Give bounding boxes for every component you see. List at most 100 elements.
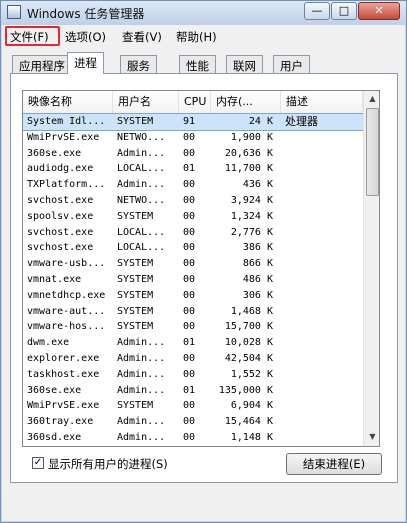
column-cpu[interactable]: CPU	[179, 91, 211, 113]
process-user-name: LOCAL...	[117, 242, 166, 254]
process-image-name: vmware-usb...	[27, 258, 106, 270]
process-cpu: 00	[183, 321, 196, 333]
process-description	[285, 161, 363, 177]
minimize-button[interactable]: —	[304, 2, 330, 20]
menu-options[interactable]: 选项(O)	[65, 29, 106, 45]
menu-bar: 文件(F) 选项(O) 查看(V) 帮助(H)	[2, 25, 405, 48]
task-manager-window: Windows 任务管理器 — □ ✕ 文件(F) 选项(O) 查看(V) 帮助…	[0, 0, 407, 523]
process-description: 处理器	[285, 115, 318, 128]
scrollbar-thumb[interactable]	[366, 108, 379, 196]
column-memory[interactable]: 内存(...	[211, 91, 281, 113]
table-row[interactable]: dwm.exe Admin... 01 10,028 K	[23, 335, 363, 351]
process-user-name: Admin...	[117, 353, 166, 364]
tab-applications[interactable]: 应用程序	[12, 55, 72, 73]
process-description	[285, 177, 363, 193]
table-row[interactable]: vmware-usb... SYSTEM 00 866 K	[23, 256, 363, 272]
process-memory: 15,464 K	[224, 416, 273, 428]
process-cpu: 00	[183, 416, 196, 428]
table-row[interactable]: taskhost.exe Admin... 00 1,552 K	[23, 367, 363, 383]
title-bar: Windows 任务管理器 — □ ✕	[1, 1, 406, 25]
process-cpu: 00	[183, 368, 196, 380]
table-row[interactable]: svchost.exe NETWO... 00 3,924 K	[23, 193, 363, 209]
process-memory: 1,468 K	[230, 305, 273, 317]
table-row[interactable]: vmnetdhcp.exe SYSTEM 00 306 K	[23, 288, 363, 304]
process-list-header: 映像名称 用户名 CPU 内存(... 描述	[23, 91, 363, 114]
table-row[interactable]: TXPlatform... Admin... 00 436 K	[23, 177, 363, 193]
column-description[interactable]: 描述	[281, 91, 363, 113]
process-memory: 2,776 K	[230, 226, 273, 238]
table-row[interactable]: vmware-aut... SYSTEM 00 1,468 K	[23, 304, 363, 320]
process-description	[285, 288, 363, 304]
process-image-name: System Idl...	[27, 116, 106, 127]
process-image-name: svchost.exe	[27, 242, 94, 254]
end-process-button[interactable]: 结束进程(E)	[286, 453, 382, 475]
close-button[interactable]: ✕	[358, 2, 400, 20]
show-all-users-checkbox[interactable]: ✓	[32, 457, 44, 469]
show-all-users-label[interactable]: 显示所有用户的进程(S)	[48, 456, 168, 472]
process-cpu: 00	[183, 289, 196, 301]
process-description	[285, 240, 363, 256]
process-description	[285, 130, 363, 146]
process-user-name: SYSTEM	[117, 305, 154, 317]
process-user-name: Admin...	[117, 432, 166, 443]
table-row[interactable]: WmiPrvSE.exe SYSTEM 00 6,904 K	[23, 398, 363, 414]
process-memory: 20,636 K	[224, 147, 273, 159]
table-row[interactable]: explorer.exe Admin... 00 42,504 K	[23, 351, 363, 367]
process-user-name: SYSTEM	[117, 116, 154, 127]
process-memory: 866 K	[242, 258, 273, 270]
process-cpu: 00	[183, 305, 196, 317]
table-row[interactable]: 360se.exe Admin... 01 135,000 K	[23, 383, 363, 399]
process-user-name: SYSTEM	[117, 210, 154, 222]
process-user-name: Admin...	[117, 416, 166, 428]
task-manager-app-icon	[7, 5, 21, 19]
scroll-down-arrow-icon[interactable]: ▼	[365, 429, 379, 445]
table-row[interactable]: 360se.exe Admin... 00 20,636 K	[23, 146, 363, 162]
tab-performance[interactable]: 性能	[179, 55, 216, 73]
table-row[interactable]: WmiPrvSE.exe NETWO... 00 1,900 K	[23, 130, 363, 146]
tab-services[interactable]: 服务	[120, 55, 157, 73]
tab-users[interactable]: 用户	[273, 55, 310, 73]
process-description	[285, 146, 363, 162]
maximize-button[interactable]: □	[331, 2, 357, 20]
column-image-name[interactable]: 映像名称	[23, 91, 113, 113]
vertical-scrollbar[interactable]: ▲ ▼	[363, 91, 379, 446]
menu-help[interactable]: 帮助(H)	[176, 29, 217, 45]
table-row[interactable]: vmware-hos... SYSTEM 00 15,700 K	[23, 319, 363, 335]
process-user-name: SYSTEM	[117, 400, 154, 412]
table-row[interactable]: System Idl... SYSTEM 91 24 K 处理器	[23, 113, 364, 131]
process-user-name: Admin...	[117, 384, 166, 396]
process-cpu: 00	[183, 400, 196, 412]
menu-view[interactable]: 查看(V)	[122, 29, 162, 45]
process-description	[285, 225, 363, 241]
process-memory: 1,900 K	[230, 131, 273, 143]
process-cpu: 00	[183, 195, 196, 206]
table-row[interactable]: svchost.exe LOCAL... 00 2,776 K	[23, 225, 363, 241]
process-list[interactable]: 映像名称 用户名 CPU 内存(... 描述 System Idl... SYST…	[22, 90, 380, 447]
process-memory: 11,700 K	[224, 163, 273, 175]
table-row[interactable]: vmnat.exe SYSTEM 00 486 K	[23, 272, 363, 288]
table-row[interactable]: spoolsv.exe SYSTEM 00 1,324 K	[23, 209, 363, 225]
process-image-name: 360se.exe	[27, 147, 82, 159]
window-title: Windows 任务管理器	[27, 7, 145, 21]
table-row[interactable]: 360sd.exe Admin... 00 1,148 K	[23, 430, 363, 446]
table-row[interactable]: audiodg.exe LOCAL... 01 11,700 K	[23, 161, 363, 177]
table-row[interactable]: svchost.exe LOCAL... 00 386 K	[23, 240, 363, 256]
scroll-up-arrow-icon[interactable]: ▲	[365, 91, 379, 107]
process-image-name: vmnetdhcp.exe	[27, 289, 106, 301]
process-image-name: WmiPrvSE.exe	[27, 400, 100, 412]
tab-networking[interactable]: 联网	[226, 55, 263, 73]
process-cpu: 00	[183, 131, 196, 143]
process-description	[285, 398, 363, 414]
column-user-name[interactable]: 用户名	[113, 91, 179, 113]
process-user-name: Admin...	[117, 179, 166, 191]
process-description	[285, 319, 363, 335]
process-memory: 436 K	[242, 179, 273, 191]
process-cpu: 00	[183, 242, 196, 254]
process-image-name: 360se.exe	[27, 384, 82, 396]
process-description	[285, 272, 363, 288]
tab-processes[interactable]: 进程	[67, 52, 104, 74]
client-area: 应用程序 进程 服务 性能 联网 用户 映像名称 用户名 CPU 内存(... …	[2, 47, 405, 521]
process-image-name: WmiPrvSE.exe	[27, 131, 100, 143]
process-image-name: spoolsv.exe	[27, 210, 94, 222]
table-row[interactable]: 360tray.exe Admin... 00 15,464 K	[23, 414, 363, 430]
